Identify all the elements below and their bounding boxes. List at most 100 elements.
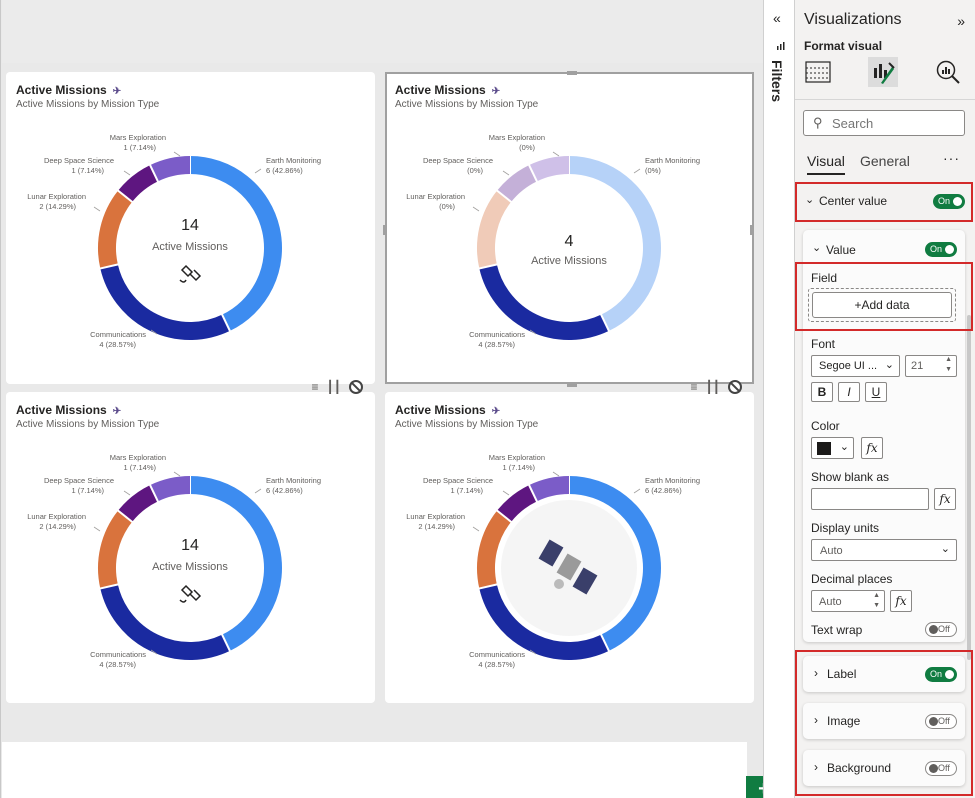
expand-pane-icon[interactable]: » bbox=[957, 13, 965, 29]
slice-category-label: Earth Monitoring bbox=[645, 476, 700, 485]
leader-line bbox=[254, 168, 262, 174]
color-label: Color bbox=[811, 419, 840, 433]
donut-slice[interactable] bbox=[529, 156, 570, 182]
search-input[interactable] bbox=[832, 114, 960, 132]
donut-slice[interactable] bbox=[479, 264, 609, 340]
donut-visual-card[interactable]: Active Missions ✈ Active Missions by Missi… bbox=[385, 392, 754, 703]
tab-visual[interactable]: Visual bbox=[807, 153, 845, 175]
slice-value-label: (0%) bbox=[519, 143, 535, 152]
color-picker[interactable]: ⌄ bbox=[811, 437, 854, 459]
chevron-down-icon[interactable]: ⌄ bbox=[812, 241, 821, 254]
donut-slice[interactable] bbox=[497, 485, 538, 523]
font-label: Font bbox=[811, 337, 836, 351]
donut-slice[interactable] bbox=[568, 156, 661, 331]
value-section-label[interactable]: Value bbox=[826, 243, 856, 257]
leader-line bbox=[173, 471, 181, 477]
slice-category-label: Mars Exploration bbox=[110, 133, 166, 142]
slice-value-label: 1 (7.14%) bbox=[71, 166, 104, 175]
slice-value-label: 4 (28.57%) bbox=[99, 660, 136, 669]
slice-category-label: Lunar Exploration bbox=[406, 192, 465, 201]
collapse-filters-icon[interactable]: « bbox=[773, 10, 781, 26]
section-background[interactable]: › Background Off bbox=[803, 750, 965, 786]
center-value: 14 bbox=[181, 537, 199, 554]
section-toggle[interactable]: On bbox=[925, 667, 957, 682]
center-value: 14 bbox=[181, 217, 199, 234]
add-data-button[interactable]: +Add data bbox=[812, 292, 952, 318]
donut-slice[interactable] bbox=[100, 584, 230, 660]
section-label: Background bbox=[827, 761, 892, 775]
color-fx-button[interactable]: fx bbox=[861, 437, 883, 459]
text-wrap-label: Text wrap bbox=[811, 623, 863, 637]
donut-slice[interactable] bbox=[150, 156, 191, 182]
leader-line bbox=[123, 490, 131, 496]
filter-icon[interactable]: ≡ bbox=[691, 380, 698, 394]
stepper-down-icon[interactable]: ▼ bbox=[873, 602, 880, 609]
slice-category-label: Communications bbox=[90, 330, 146, 339]
leader-line bbox=[472, 206, 480, 212]
donut-chart: Earth Monitoring(0%)Communications4 (28.… bbox=[406, 133, 700, 349]
center-value-section[interactable]: ⌄ Center value On bbox=[803, 191, 969, 213]
chevron-down-icon: ⌄ bbox=[839, 441, 849, 453]
more-options-button[interactable]: ··· bbox=[943, 150, 960, 166]
color-swatch bbox=[817, 442, 831, 455]
slice-value-label: 4 (28.57%) bbox=[478, 340, 515, 349]
chevron-down-icon: ⌄ bbox=[884, 359, 894, 371]
donut-slice[interactable] bbox=[477, 190, 512, 269]
format-visual-icon[interactable] bbox=[868, 57, 898, 87]
slice-category-label: Communications bbox=[90, 650, 146, 659]
filter-icon[interactable]: ≡ bbox=[312, 380, 319, 394]
value-toggle[interactable]: On bbox=[925, 242, 957, 257]
donut-visual-card[interactable]: Active Missions ✈ Active Missions by Missi… bbox=[385, 72, 754, 394]
bold-button[interactable]: B bbox=[811, 382, 833, 402]
stepper-down-icon[interactable]: ▼ bbox=[945, 366, 952, 373]
donut-slice[interactable] bbox=[529, 476, 570, 502]
value-card: ⌄ Value On Field +Add data Font Segoe UI… bbox=[803, 230, 965, 642]
hide-visual-icon[interactable] bbox=[349, 380, 363, 394]
show-blank-as-input[interactable] bbox=[811, 488, 929, 510]
section-label[interactable]: › Label On bbox=[803, 656, 965, 692]
section-toggle[interactable]: Off bbox=[925, 761, 957, 776]
underline-button[interactable]: U bbox=[865, 382, 887, 402]
donut-slice[interactable] bbox=[118, 485, 159, 523]
donut-slice[interactable] bbox=[98, 510, 133, 589]
slice-value-label: (0%) bbox=[439, 202, 455, 211]
font-family-select[interactable]: Segoe UI ... ⌄ bbox=[811, 355, 900, 377]
donut-slice[interactable] bbox=[100, 264, 230, 340]
italic-button[interactable]: I bbox=[838, 382, 860, 402]
filters-pane-label[interactable]: Filters bbox=[769, 60, 785, 102]
section-image[interactable]: › Image Off bbox=[803, 703, 965, 739]
font-size-value: 21 bbox=[911, 360, 924, 372]
field-label: Field bbox=[811, 271, 838, 285]
drill-bars-icon[interactable]: ┃┃ bbox=[706, 380, 720, 394]
donut-slice[interactable] bbox=[497, 165, 538, 203]
slice-category-label: Lunar Exploration bbox=[27, 192, 86, 201]
build-visual-icon[interactable] bbox=[803, 57, 833, 87]
visual-header-toolbar: ≡ ┃┃ bbox=[312, 380, 363, 394]
pane-scrollbar[interactable] bbox=[967, 315, 971, 660]
stepper-up-icon[interactable]: ▲ bbox=[945, 356, 952, 363]
hide-visual-icon[interactable] bbox=[728, 380, 742, 394]
donut-slice[interactable] bbox=[118, 165, 159, 203]
text-wrap-toggle[interactable]: Off bbox=[925, 622, 957, 637]
search-box[interactable]: ⚲ bbox=[803, 110, 965, 136]
show-blank-fx-button[interactable]: fx bbox=[934, 488, 956, 510]
donut-slice[interactable] bbox=[98, 190, 133, 269]
section-toggle[interactable]: Off bbox=[925, 714, 957, 729]
leader-line bbox=[502, 490, 510, 496]
slice-category-label: Deep Space Science bbox=[423, 156, 493, 165]
display-units-select[interactable]: Auto ⌄ bbox=[811, 539, 957, 561]
analytics-icon[interactable] bbox=[933, 57, 963, 87]
decimal-fx-button[interactable]: fx bbox=[890, 590, 912, 612]
drill-bars-icon[interactable]: ┃┃ bbox=[327, 380, 341, 394]
font-size-stepper[interactable]: 21 ▲ ▼ bbox=[905, 355, 957, 377]
donut-slice[interactable] bbox=[150, 476, 191, 502]
display-units-value: Auto bbox=[820, 545, 843, 557]
stepper-up-icon[interactable]: ▲ bbox=[873, 592, 880, 599]
leader-line bbox=[173, 151, 181, 157]
donut-visual-card[interactable]: Active Missions ✈ Active Missions by Missi… bbox=[6, 72, 375, 394]
decimal-places-stepper[interactable]: Auto ▲ ▼ bbox=[811, 590, 885, 612]
tab-general[interactable]: General bbox=[860, 153, 910, 169]
donut-visual-card[interactable]: Active Missions ✈ Active Missions by Missi… bbox=[6, 392, 375, 703]
center-value-toggle[interactable]: On bbox=[933, 194, 965, 209]
donut-slice[interactable] bbox=[477, 510, 512, 589]
